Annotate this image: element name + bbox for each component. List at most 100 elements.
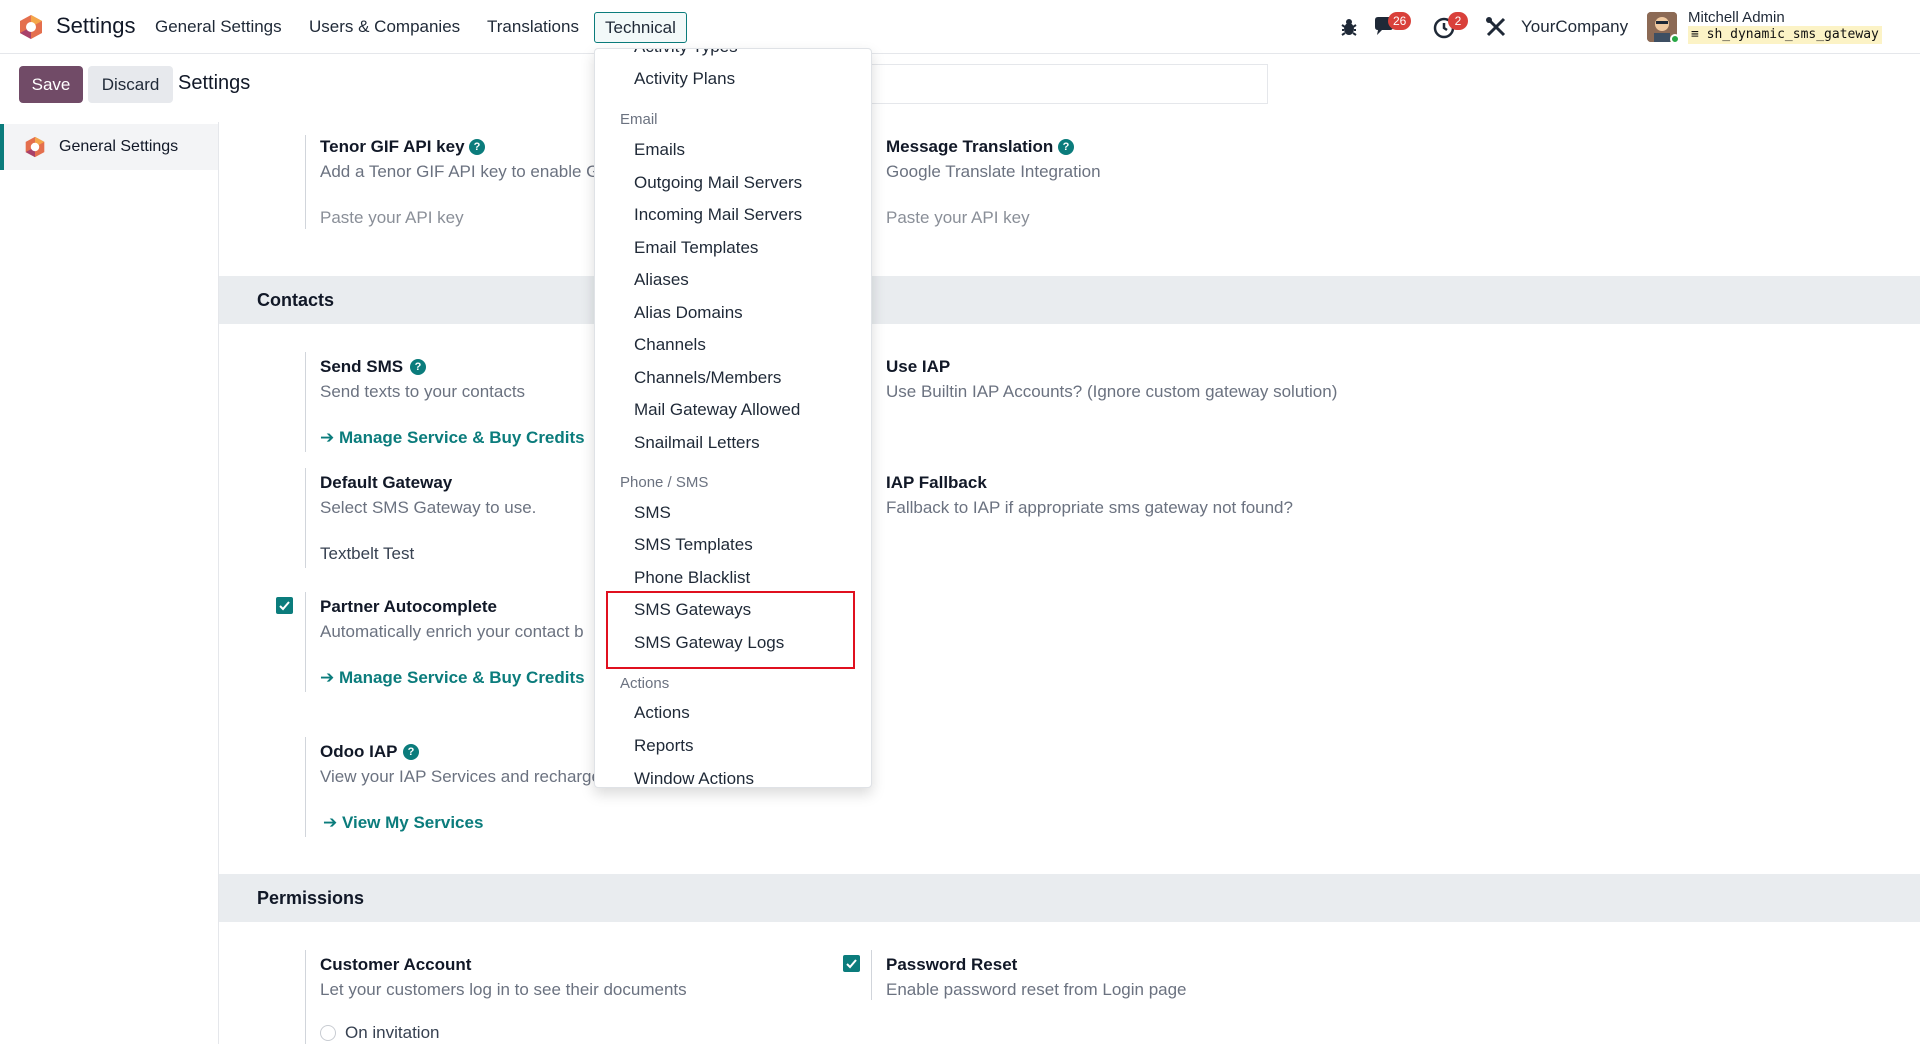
iap-fallback-desc: Fallback to IAP if appropriate sms gatew… <box>886 498 1293 517</box>
database-label: sh_dynamic_sms_gateway <box>1706 27 1879 42</box>
help-icon[interactable]: ? <box>469 139 485 155</box>
menu-item-incoming-mail-servers[interactable]: Incoming Mail Servers <box>634 205 802 225</box>
setting-divider <box>305 135 306 229</box>
menu-item-snailmail-letters[interactable]: Snailmail Letters <box>634 433 760 453</box>
setting-divider <box>305 352 306 452</box>
user-name[interactable]: Mitchell Admin <box>1688 9 1785 26</box>
menu-item-sms[interactable]: SMS <box>634 503 671 523</box>
tenor-desc: Add a Tenor GIF API key to enable G <box>320 162 600 181</box>
search-panel-edge <box>868 64 1268 104</box>
password-reset-checkbox[interactable] <box>843 955 860 972</box>
save-button[interactable]: Save <box>19 66 83 103</box>
use-iap-title: Use IAP <box>886 357 951 376</box>
setting-divider <box>305 737 306 837</box>
tools-icon[interactable] <box>1483 14 1509 40</box>
on-invitation-label: On invitation <box>345 1023 440 1042</box>
arrow-right-icon: ➔ <box>320 668 339 687</box>
app-name[interactable]: Settings <box>56 13 136 39</box>
sidebar-item-label: General Settings <box>59 138 179 155</box>
online-status-dot <box>1670 34 1680 44</box>
customer-account-desc: Let your customers log in to see their d… <box>320 980 687 999</box>
menu-item-email-templates[interactable]: Email Templates <box>634 238 758 258</box>
setting-divider <box>305 950 306 1044</box>
password-reset-title: Password Reset <box>886 955 1018 974</box>
send-sms-desc: Send texts to your contacts <box>320 382 526 401</box>
translation-title: Message Translation <box>886 137 1054 156</box>
messages-badge: 26 <box>1388 12 1412 30</box>
help-icon[interactable]: ? <box>1058 139 1074 155</box>
top-navbar: Settings General Settings Users & Compan… <box>0 0 1920 54</box>
arrow-right-icon: ➔ <box>320 428 339 447</box>
translation-desc: Google Translate Integration <box>886 162 1101 181</box>
tenor-title: Tenor GIF API key <box>320 137 465 156</box>
use-iap-desc: Use Builtin IAP Accounts? (Ignore custom… <box>886 382 1338 401</box>
tenor-api-key-input[interactable]: Paste your API key <box>320 208 464 228</box>
menu-technical[interactable]: Technical <box>594 12 687 43</box>
check-icon <box>846 959 857 969</box>
iap-fallback-title: IAP Fallback <box>886 473 987 492</box>
help-icon[interactable]: ? <box>410 359 426 375</box>
setting-divider <box>305 592 306 692</box>
partner-autocomplete-desc: Automatically enrich your contact b <box>320 622 584 641</box>
manage-service-link[interactable]: ➔ Manage Service & Buy Credits <box>320 668 585 688</box>
menu-item-activity-types[interactable]: Activity Types <box>634 49 738 57</box>
odoo-iap-title: Odoo IAP <box>320 742 398 761</box>
activities-badge: 2 <box>1448 12 1468 30</box>
contacts-section: Contacts <box>219 276 1920 324</box>
view-my-services-link[interactable]: ➔ View My Services <box>323 813 483 833</box>
setting-divider <box>305 468 306 568</box>
link-label: View My Services <box>341 813 484 832</box>
odoo-logo-icon <box>25 136 45 158</box>
menu-users-companies[interactable]: Users & Companies <box>309 17 460 37</box>
help-icon[interactable]: ? <box>403 744 419 760</box>
menu-header-actions: Actions <box>620 675 670 692</box>
default-gateway-select[interactable]: Textbelt Test <box>320 544 414 564</box>
page-title: Settings <box>178 72 251 94</box>
on-invitation-radio[interactable] <box>320 1025 336 1041</box>
highlight-box <box>606 591 855 669</box>
menu-general-settings[interactable]: General Settings <box>155 17 282 37</box>
send-sms-title: Send SMS <box>320 357 404 376</box>
settings-sidebar: General Settings <box>0 122 219 1044</box>
company-switcher[interactable]: YourCompany <box>1521 17 1628 37</box>
menu-item-channels-members[interactable]: Channels/Members <box>634 368 781 388</box>
menu-item-activity-plans[interactable]: Activity Plans <box>634 69 735 89</box>
menu-item-reports[interactable]: Reports <box>634 736 694 756</box>
sidebar-item-general-settings[interactable]: General Settings <box>0 124 218 170</box>
database-name: ≡ sh_dynamic_sms_gateway <box>1688 26 1882 44</box>
check-icon <box>279 601 290 611</box>
partner-autocomplete-checkbox[interactable] <box>276 597 293 614</box>
menu-item-window-actions[interactable]: Window Actions <box>634 769 754 787</box>
bug-icon[interactable] <box>1336 14 1362 40</box>
permissions-section: Permissions <box>219 874 1920 922</box>
menu-item-aliases[interactable]: Aliases <box>634 270 689 290</box>
menu-item-mail-gateway-allowed[interactable]: Mail Gateway Allowed <box>634 400 800 420</box>
menu-translations[interactable]: Translations <box>487 17 579 37</box>
menu-item-emails[interactable]: Emails <box>634 140 685 160</box>
menu-item-outgoing-mail-servers[interactable]: Outgoing Mail Servers <box>634 173 802 193</box>
section-title: Contacts <box>257 290 335 310</box>
partner-autocomplete-title: Partner Autocomplete <box>320 597 497 616</box>
section-title: Permissions <box>257 888 365 908</box>
arrow-right-icon: ➔ <box>323 813 342 832</box>
default-gateway-desc: Select SMS Gateway to use. <box>320 498 537 517</box>
password-reset-desc: Enable password reset from Login page <box>886 980 1187 999</box>
link-label: Manage Service & Buy Credits <box>338 428 585 447</box>
manage-service-link[interactable]: ➔ Manage Service & Buy Credits <box>320 428 585 448</box>
technical-dropdown-menu: Activity Types Activity Plans Email Emai… <box>594 48 872 788</box>
menu-item-channels[interactable]: Channels <box>634 335 706 355</box>
menu-header-phone-sms: Phone / SMS <box>620 474 709 491</box>
menu-item-alias-domains[interactable]: Alias Domains <box>634 303 743 323</box>
discard-button[interactable]: Discard <box>88 66 173 103</box>
menu-item-phone-blacklist[interactable]: Phone Blacklist <box>634 568 750 588</box>
default-gateway-title: Default Gateway <box>320 473 453 492</box>
menu-item-sms-templates[interactable]: SMS Templates <box>634 535 753 555</box>
translation-api-key-input[interactable]: Paste your API key <box>886 208 1030 228</box>
database-icon: ≡ <box>1691 27 1707 42</box>
customer-account-title: Customer Account <box>320 955 472 974</box>
setting-divider <box>871 950 872 1000</box>
menu-item-actions[interactable]: Actions <box>634 703 690 723</box>
odoo-logo-icon[interactable] <box>18 14 44 40</box>
link-label: Manage Service & Buy Credits <box>338 668 585 687</box>
menu-header-email: Email <box>620 111 658 128</box>
